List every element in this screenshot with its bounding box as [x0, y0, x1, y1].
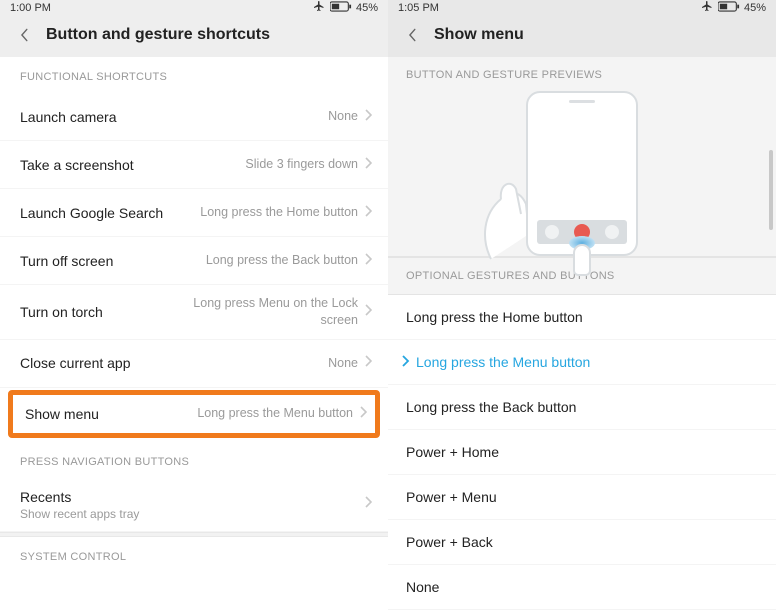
row-title: Show menu	[25, 405, 197, 423]
option-label: None	[406, 579, 439, 595]
option-label: Power + Menu	[406, 489, 497, 505]
option-label: Long press the Menu button	[416, 354, 590, 370]
row-value: Long press the Back button	[206, 252, 358, 269]
option-power-back[interactable]: Power + Back	[388, 520, 776, 565]
airplane-icon	[700, 0, 714, 15]
screen-show-menu: 1:05 PM 45% Show menu BUTTON AND GESTURE…	[388, 0, 776, 573]
row-title: Take a screenshot	[20, 156, 245, 174]
airplane-icon	[312, 0, 326, 15]
back-button[interactable]	[402, 25, 422, 45]
row-title: Close current app	[20, 354, 328, 372]
screen-shortcuts: 1:00 PM 45% Button and gesture shortcuts…	[0, 0, 388, 573]
row-launch-google-search[interactable]: Launch Google Search Long press the Home…	[0, 189, 388, 237]
chevron-right-icon	[364, 204, 372, 222]
row-value: None	[328, 355, 358, 372]
section-label-functional: FUNCTIONAL SHORTCUTS	[0, 57, 388, 93]
status-time: 1:05 PM	[398, 2, 700, 14]
section-label-system: SYSTEM CONTROL	[0, 537, 388, 573]
row-value: None	[328, 108, 358, 125]
header: Show menu	[388, 15, 776, 57]
back-button[interactable]	[14, 25, 34, 45]
page-title: Show menu	[434, 26, 524, 44]
row-title: Launch Google Search	[20, 204, 200, 222]
row-show-menu[interactable]: Show menu Long press the Menu button	[8, 390, 380, 438]
gesture-preview	[388, 91, 776, 257]
chevron-right-icon	[400, 354, 410, 370]
status-indicators: 45%	[312, 0, 378, 15]
option-long-press-menu[interactable]: Long press the Menu button	[388, 340, 776, 385]
row-recents[interactable]: Recents Show recent apps tray	[0, 478, 388, 532]
chevron-right-icon	[359, 405, 367, 423]
row-title: Turn off screen	[20, 252, 206, 270]
section-label-press-nav: PRESS NAVIGATION BUTTONS	[0, 442, 388, 478]
row-sub: Show recent apps tray	[20, 507, 364, 521]
option-label: Long press the Home button	[406, 309, 583, 325]
chevron-right-icon	[364, 303, 372, 321]
option-label: Power + Home	[406, 444, 499, 460]
row-value: Long press the Menu button	[197, 405, 353, 422]
option-power-home[interactable]: Power + Home	[388, 430, 776, 475]
option-none[interactable]: None	[388, 565, 776, 610]
row-title: Turn on torch	[20, 303, 188, 321]
thumb-icon	[573, 244, 591, 276]
row-close-current-app[interactable]: Close current app None	[0, 340, 388, 388]
option-long-press-back[interactable]: Long press the Back button	[388, 385, 776, 430]
row-launch-camera[interactable]: Launch camera None	[0, 93, 388, 141]
status-bar: 1:05 PM 45%	[388, 0, 776, 15]
scrollbar[interactable]	[769, 150, 773, 230]
battery-icon	[330, 1, 352, 15]
battery-percent: 45%	[356, 2, 378, 14]
battery-icon	[718, 1, 740, 15]
page-title: Button and gesture shortcuts	[46, 26, 270, 44]
chevron-right-icon	[364, 252, 372, 270]
status-indicators: 45%	[700, 0, 766, 15]
battery-percent: 45%	[744, 2, 766, 14]
row-turn-off-screen[interactable]: Turn off screen Long press the Back butt…	[0, 237, 388, 285]
chevron-right-icon	[364, 495, 372, 513]
option-label: Long press the Back button	[406, 399, 576, 415]
row-value: Slide 3 fingers down	[245, 156, 358, 173]
option-long-press-home[interactable]: Long press the Home button	[388, 295, 776, 340]
chevron-right-icon	[364, 108, 372, 126]
row-title: Launch camera	[20, 108, 328, 126]
phone-illustration	[526, 91, 638, 256]
row-turn-on-torch[interactable]: Turn on torch Long press Menu on the Loc…	[0, 285, 388, 340]
row-take-screenshot[interactable]: Take a screenshot Slide 3 fingers down	[0, 141, 388, 189]
row-value: Long press Menu on the Lock screen	[188, 295, 358, 329]
chevron-right-icon	[364, 156, 372, 174]
header: Button and gesture shortcuts	[0, 15, 388, 57]
section-label-preview: BUTTON AND GESTURE PREVIEWS	[388, 57, 776, 91]
row-value: Long press the Home button	[200, 204, 358, 221]
row-title: Recents	[20, 488, 364, 506]
chevron-right-icon	[364, 354, 372, 372]
option-label: Power + Back	[406, 534, 493, 550]
option-power-menu[interactable]: Power + Menu	[388, 475, 776, 520]
status-time: 1:00 PM	[10, 2, 312, 14]
status-bar: 1:00 PM 45%	[0, 0, 388, 15]
